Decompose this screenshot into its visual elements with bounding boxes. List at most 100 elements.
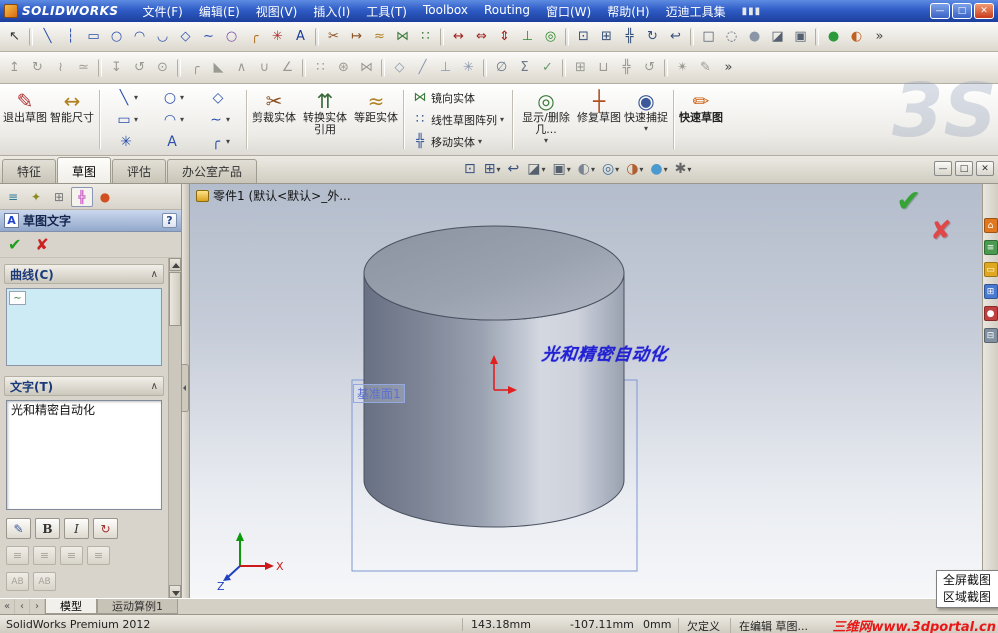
point-icon[interactable]: ✳ <box>267 26 288 47</box>
cylinder-top-face[interactable] <box>363 225 625 321</box>
arc-icon[interactable]: ◠ <box>129 26 150 47</box>
edit-appearance-icon[interactable]: ◐ <box>846 26 867 47</box>
vertical-dimension-icon[interactable]: ⇕ <box>494 26 515 47</box>
section-view-icon[interactable]: ◪ ▾ <box>525 159 547 179</box>
rectangle-icon[interactable]: ▭ <box>83 26 104 47</box>
mate-icon[interactable]: ⊔ <box>593 57 614 78</box>
smart-dimension-button[interactable]: ↔ 智能尺寸 <box>49 86 95 153</box>
feature-tree-flyout[interactable]: 零件1 (默认<默认>_外... <box>196 187 351 204</box>
font-button[interactable]: ✎ <box>6 518 31 539</box>
scroll-up-icon[interactable] <box>169 258 181 271</box>
linear-pattern-icon[interactable]: ∷ <box>310 57 331 78</box>
bold-button[interactable]: B <box>35 518 60 539</box>
tab-office-products[interactable]: 办公室产品 <box>167 159 258 183</box>
tab-sketch[interactable]: 草图 <box>57 157 112 183</box>
rotate-component-icon[interactable]: ↺ <box>639 57 660 78</box>
scroll-down-icon[interactable] <box>169 585 181 598</box>
menu-item[interactable]: 帮助(H) <box>599 1 657 22</box>
line-icon[interactable]: ╲ <box>37 26 58 47</box>
horizontal-dimension-icon[interactable]: ⇔ <box>471 26 492 47</box>
offset-entities-button[interactable]: ≈ 等距实体 <box>353 86 399 153</box>
display-delete-relations-button[interactable]: ◎ 显示/删除几... ▾ <box>517 86 575 153</box>
toolbar-options-icon[interactable]: » <box>718 57 739 78</box>
curve-group-header[interactable]: 曲线(C) ∧ <box>4 264 164 284</box>
repair-sketch-button[interactable]: ┼ 修复草图 <box>576 86 622 153</box>
reference-axis-icon[interactable]: ╱ <box>412 57 433 78</box>
menu-item[interactable]: 迈迪工具集 <box>658 1 734 22</box>
centerline-icon[interactable]: ┆ <box>60 26 81 47</box>
view-palette-icon[interactable]: ⊞ <box>983 284 998 299</box>
view-settings-icon[interactable]: ✱ ▾ <box>673 159 694 179</box>
extruded-cut-icon[interactable]: ↧ <box>106 57 127 78</box>
align-left-button[interactable]: ≡ <box>6 546 29 565</box>
exit-sketch-button[interactable]: ✎ 退出草图 <box>2 86 48 153</box>
reference-plane-icon[interactable]: ◇ <box>389 57 410 78</box>
menu-item[interactable]: 文件(F) <box>135 1 191 22</box>
collapse-chevron-icon[interactable]: ∧ <box>151 381 158 392</box>
swept-boss-icon[interactable]: ≀ <box>50 57 71 78</box>
revolved-boss-icon[interactable]: ↻ <box>27 57 48 78</box>
dimxpertmanager-tab[interactable]: ╬ <box>71 186 93 207</box>
add-relation-icon[interactable]: ⊥ <box>517 26 538 47</box>
display-style-icon[interactable]: ◐ ▾ <box>576 159 597 179</box>
appearances-icon[interactable]: ● <box>983 306 998 321</box>
zoom-area-icon[interactable]: ⊞ ▾ <box>482 159 503 179</box>
mirror-entities-icon[interactable]: ⋈ <box>392 26 413 47</box>
rotate-text-button[interactable]: ↻ <box>93 518 118 539</box>
sketch-fillet-icon[interactable]: ╭ <box>244 26 265 47</box>
align-justify-button[interactable]: ≡ <box>87 546 110 565</box>
linear-sketch-pattern-button[interactable]: ∷ 线性草图阵列 ▾ <box>408 109 508 130</box>
confirmation-cancel-button[interactable]: ✘ <box>930 216 952 246</box>
design-library-icon[interactable]: ≡ <box>983 240 998 255</box>
zoom-area-icon[interactable]: ⊞ <box>596 26 617 47</box>
scrollbar-thumb[interactable] <box>169 272 181 326</box>
region-capture-menu-item[interactable]: 区域截图 <box>938 589 998 606</box>
trim-entities-icon[interactable]: ✂ <box>323 26 344 47</box>
point-tool[interactable]: ✳ <box>104 131 150 153</box>
coordinate-system-icon[interactable]: ⊥ <box>435 57 456 78</box>
panel-splitter[interactable] <box>182 184 190 598</box>
maximize-button[interactable]: □ <box>952 3 972 19</box>
convert-entities-button[interactable]: ⇈ 转换实体引用 <box>298 86 352 153</box>
menu-item[interactable]: 插入(I) <box>305 1 358 22</box>
plane-label[interactable]: 基准面1 <box>353 384 405 403</box>
mirror-entities-button[interactable]: ⋈ 镜向实体 <box>408 87 508 108</box>
mass-properties-icon[interactable]: Σ <box>514 57 535 78</box>
hole-wizard-icon[interactable]: ⊙ <box>152 57 173 78</box>
file-explorer-icon[interactable]: ▭ <box>983 262 998 277</box>
rotate-view-icon[interactable]: ↻ <box>642 26 663 47</box>
exploded-view-icon[interactable]: ✴ <box>672 57 693 78</box>
panel-collapse-handle[interactable] <box>182 364 189 412</box>
view-orientation-icon[interactable]: ▣ <box>790 26 811 47</box>
sketch-text-input[interactable]: 光和精密自动化 <box>6 400 162 510</box>
apply-scene-icon[interactable]: ● ▾ <box>648 159 669 179</box>
rectangle-tool[interactable]: ▭ ▾ <box>104 109 150 131</box>
select-icon[interactable]: ↖ <box>4 26 25 47</box>
displaymanager-tab[interactable]: ● <box>94 187 116 207</box>
home-icon[interactable]: ⌂ <box>983 218 998 233</box>
flip-horizontal-button[interactable]: AB <box>33 572 56 591</box>
display-relations-icon[interactable]: ◎ <box>540 26 561 47</box>
tab-motion-study[interactable]: 运动算例1 <box>97 599 178 614</box>
offset-entities-icon[interactable]: ≈ <box>369 26 390 47</box>
pan-icon[interactable]: ╬ <box>619 26 640 47</box>
circle-tool[interactable]: ○ ▾ <box>150 87 196 109</box>
shaded-icon[interactable]: ● <box>744 26 765 47</box>
polygon-tool[interactable]: ◇ <box>196 87 242 109</box>
text-group-header[interactable]: 文字(T) ∧ <box>4 376 164 396</box>
tab-first-icon[interactable]: « <box>0 599 15 614</box>
minimize-button[interactable]: — <box>930 3 950 19</box>
trim-entities-button[interactable]: ✂ 剪裁实体 <box>251 86 297 153</box>
reference-point-icon[interactable]: ✳ <box>458 57 479 78</box>
graphics-area[interactable]: X Z 零件1 (默认<默认>_外... ✔ ✘ 光和精密自动化 基准面1 <box>190 184 982 598</box>
curve-selection-box[interactable]: ∼ <box>6 288 162 366</box>
text-icon[interactable]: A <box>290 26 311 47</box>
revolved-cut-icon[interactable]: ↺ <box>129 57 150 78</box>
text-tool[interactable]: A <box>150 131 196 153</box>
menu-item[interactable]: 视图(V) <box>248 1 306 22</box>
previous-view-icon[interactable]: ↩ <box>665 26 686 47</box>
move-component-icon[interactable]: ╬ <box>616 57 637 78</box>
previous-view-icon[interactable]: ↩ <box>505 159 522 179</box>
sketch-plane-outline[interactable] <box>351 379 638 572</box>
line-tool[interactable]: ╲ ▾ <box>104 87 150 109</box>
